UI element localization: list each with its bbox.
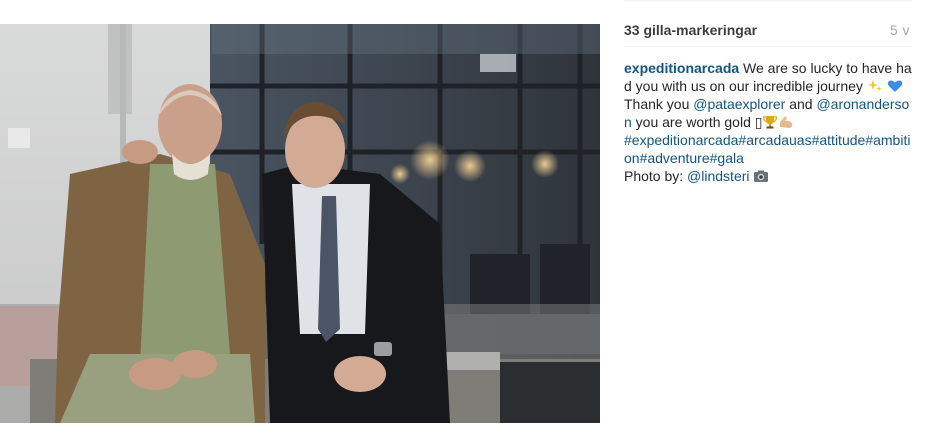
flexed-biceps-icon <box>780 116 793 128</box>
post-sidebar: 33 gilla-markeringar 5 v expeditionarcad… <box>624 0 914 447</box>
top-divider <box>624 0 912 1</box>
camera-icon <box>754 170 769 182</box>
caption-username-link[interactable]: expeditionarcada <box>624 60 739 76</box>
trophy-icon <box>763 116 778 129</box>
likes-count[interactable]: 33 gilla-markeringar <box>624 22 757 38</box>
sparkles-icon <box>867 80 882 92</box>
blue-heart-icon <box>887 80 902 92</box>
mention-lindsteri[interactable]: @lindsteri <box>687 168 749 184</box>
caption-text-4: you are worth gold <box>631 114 755 130</box>
section-divider <box>624 46 912 47</box>
hashtag-adventure[interactable]: #adventure <box>640 150 710 166</box>
post-photo[interactable] <box>0 24 600 423</box>
hashtag-expeditionarcada[interactable]: #expeditionarcada <box>624 132 738 148</box>
mention-pataexplorer[interactable]: @pataexplorer <box>693 96 785 112</box>
caption-text-2: Thank you <box>624 96 694 112</box>
post-age[interactable]: 5 v <box>890 22 910 38</box>
missing-glyph: ▯ <box>754 114 763 130</box>
photo-by-label: Photo by: <box>624 168 688 184</box>
post-caption: expeditionarcada We are so lucky to have… <box>624 59 912 185</box>
hashtag-arcadauas[interactable]: #arcadauas <box>738 132 811 148</box>
hashtag-attitude[interactable]: #attitude <box>812 132 866 148</box>
caption-text-3: and <box>785 96 817 112</box>
hashtag-gala[interactable]: #gala <box>710 150 744 166</box>
